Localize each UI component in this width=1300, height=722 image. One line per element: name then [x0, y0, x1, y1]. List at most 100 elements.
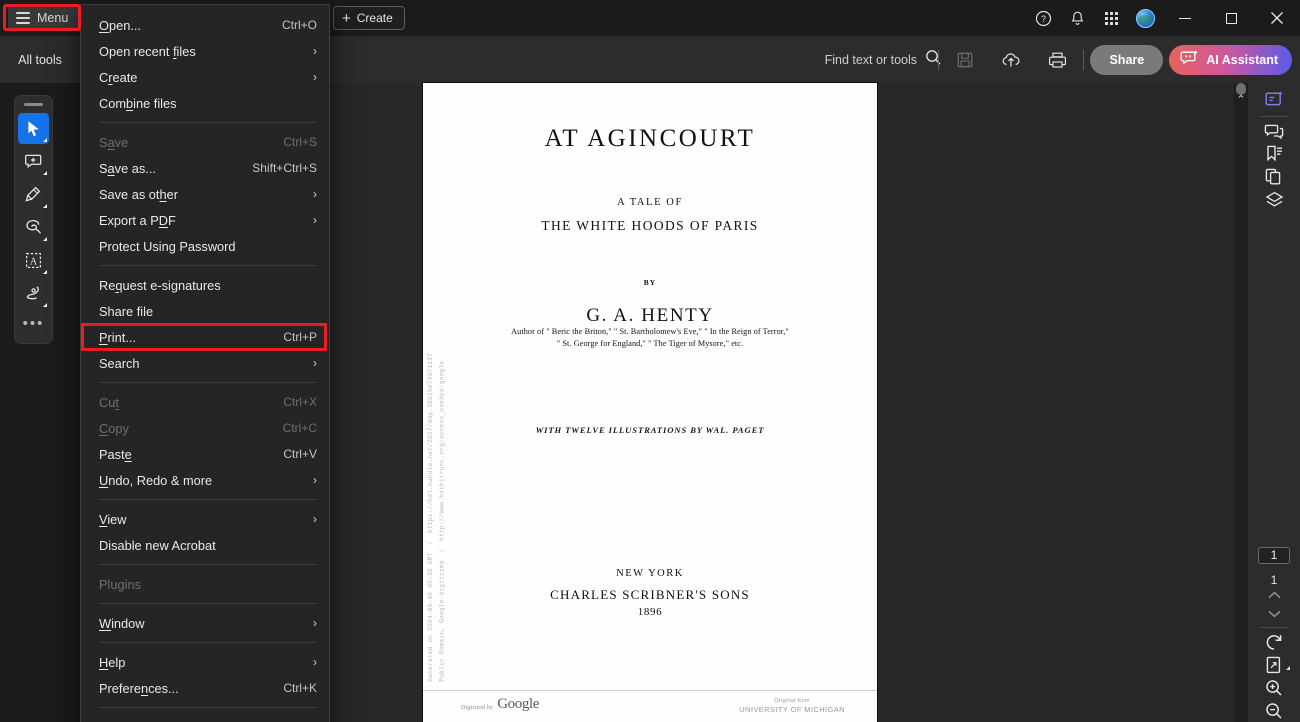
chevron-expand-icon	[43, 138, 47, 142]
menu-item-shortcut: Ctrl+C	[282, 421, 317, 435]
cloud-upload-icon[interactable]	[991, 36, 1031, 83]
help-icon[interactable]: ?	[1026, 0, 1060, 36]
menu-item-shortcut: Ctrl+S	[283, 135, 317, 149]
rotate-page-icon[interactable]	[1257, 631, 1291, 654]
publisher-city: NEW YORK	[616, 568, 684, 579]
menu-button-label: Menu	[37, 11, 69, 25]
toolbar-divider-2	[1083, 49, 1085, 70]
toolbar-right-group: Share AI Assistant	[938, 36, 1292, 83]
original-source-name: UNIVERSITY OF MICHIGAN	[739, 705, 845, 714]
menu-item-create[interactable]: Create ›	[81, 64, 329, 90]
fit-page-icon[interactable]	[1257, 654, 1291, 677]
menu-item-print[interactable]: Print... Ctrl+P	[81, 324, 329, 350]
by-label: BY	[643, 278, 657, 287]
layers-panel-icon[interactable]	[1257, 189, 1291, 212]
menu-item-save-as[interactable]: Save as... Shift+Ctrl+S	[81, 155, 329, 181]
next-page-button[interactable]	[1257, 605, 1291, 623]
google-wordmark: Google	[497, 696, 539, 712]
titlebar-right-group: ?	[1026, 0, 1300, 36]
menu-item-view[interactable]: View ›	[81, 506, 329, 532]
author-works-line-2: " St. George for England," " The Tiger o…	[556, 339, 744, 348]
menu-item-undo-redo-more[interactable]: Undo, Redo & more ›	[81, 467, 329, 493]
menu-separator	[99, 265, 317, 266]
menu-item-protect-using-password[interactable]: Protect Using Password	[81, 233, 329, 259]
digitized-label: Digitized by	[461, 705, 494, 711]
acrobat-window: Menu + Create ? All tools Find text or t…	[0, 0, 1300, 722]
all-tools-label: All tools	[18, 52, 62, 67]
notifications-bell-icon[interactable]	[1060, 0, 1094, 36]
menu-item-search[interactable]: Search ›	[81, 350, 329, 376]
fill-and-sign-tool[interactable]	[18, 278, 49, 309]
menu-item-paste[interactable]: Paste Ctrl+V	[81, 441, 329, 467]
file-menu-dropdown[interactable]: Open... Ctrl+O Open recent files › Create › Co…	[80, 4, 330, 722]
page-thumbnails-panel-icon[interactable]	[1257, 166, 1291, 189]
select-tool[interactable]	[18, 113, 49, 144]
ai-assistant-label: AI Assistant	[1206, 52, 1278, 67]
highlight-tool[interactable]	[18, 179, 49, 210]
menu-item-label: Protect Using Password	[99, 238, 236, 254]
menu-item-combine-files[interactable]: Combine files	[81, 90, 329, 116]
menu-item-protection[interactable]: Protection›	[81, 714, 329, 722]
draw-tool[interactable]	[18, 212, 49, 243]
book-subtitle-line-1: A TALE OF	[617, 197, 683, 208]
scroll-up-chevron-icon[interactable]: ⌃	[1234, 93, 1248, 106]
menu-separator	[99, 564, 317, 565]
menu-item-help[interactable]: Help ›	[81, 649, 329, 675]
user-avatar[interactable]	[1128, 0, 1162, 36]
ai-assistant-button[interactable]: AI Assistant	[1169, 44, 1292, 75]
original-from-label: Original from	[774, 698, 810, 704]
comments-panel-icon[interactable]	[1257, 120, 1291, 143]
original-source-block: Original from UNIVERSITY OF MICHIGAN	[739, 698, 845, 714]
menu-item-export-a-pdf[interactable]: Export a PDF ›	[81, 207, 329, 233]
add-comment-tool[interactable]	[18, 146, 49, 177]
drag-handle[interactable]	[24, 103, 43, 106]
print-icon[interactable]	[1037, 36, 1077, 83]
all-tools-button[interactable]: All tools	[0, 36, 80, 83]
chevron-right-icon: ›	[313, 70, 317, 84]
menu-item-shortcut: Ctrl+P	[283, 330, 317, 344]
more-tools[interactable]: •••	[18, 311, 49, 335]
chevron-right-icon: ›	[313, 655, 317, 669]
svg-text:A: A	[30, 256, 38, 267]
find-text-or-tools-button[interactable]: Find text or tools	[825, 36, 942, 83]
chevron-right-icon: ›	[313, 473, 317, 487]
minimize-button[interactable]	[1162, 0, 1208, 36]
menu-item-window[interactable]: Window ›	[81, 610, 329, 636]
chevron-right-icon: ›	[313, 512, 317, 526]
menu-item-save-as-other[interactable]: Save as other ›	[81, 181, 329, 207]
previous-page-button[interactable]	[1257, 587, 1291, 605]
page-number-input[interactable]: 1	[1258, 547, 1290, 564]
vertical-scrollbar[interactable]: ⌃	[1234, 83, 1248, 722]
chevron-right-icon: ›	[313, 187, 317, 201]
menu-item-label: Open...	[99, 17, 141, 33]
share-button[interactable]: Share	[1090, 44, 1164, 75]
edit-text-tool[interactable]: A	[18, 245, 49, 276]
menu-item-disable-new-acrobat[interactable]: Disable new Acrobat	[81, 532, 329, 558]
create-button[interactable]: + Create	[333, 6, 405, 30]
menu-item-label: Create	[99, 69, 138, 85]
close-button[interactable]	[1254, 0, 1300, 36]
chevron-expand-icon	[43, 303, 47, 307]
menu-item-open-recent-files[interactable]: Open recent files ›	[81, 38, 329, 64]
menu-separator	[99, 499, 317, 500]
bookmarks-panel-icon[interactable]	[1257, 143, 1291, 166]
ai-chat-sparkle-icon	[1180, 49, 1199, 70]
total-pages-label: 1	[1270, 572, 1278, 587]
app-switcher-grid-icon[interactable]	[1094, 0, 1128, 36]
menu-item-label: Copy	[99, 420, 129, 436]
zoom-in-icon[interactable]	[1257, 677, 1291, 700]
menu-item-shortcut: Ctrl+X	[283, 395, 317, 409]
illustrations-note: WITH TWELVE ILLUSTRATIONS BY WAL. PAGET	[535, 425, 765, 435]
menu-separator	[99, 707, 317, 708]
maximize-button[interactable]	[1208, 0, 1254, 36]
menu-button[interactable]: Menu	[8, 5, 79, 31]
publisher-name: CHARLES SCRIBNER'S SONS	[550, 587, 750, 602]
menu-item-request-e-signatures[interactable]: Request e-signatures	[81, 272, 329, 298]
chevron-right-icon: ›	[313, 44, 317, 58]
menu-item-open[interactable]: Open... Ctrl+O	[81, 12, 329, 38]
ai-assistant-panel-icon[interactable]	[1257, 89, 1291, 112]
menu-item-preferences[interactable]: Preferences... Ctrl+K	[81, 675, 329, 701]
menu-item-share-file[interactable]: Share file	[81, 298, 329, 324]
zoom-out-icon[interactable]	[1257, 699, 1291, 722]
menu-item-label: Save	[99, 134, 129, 150]
